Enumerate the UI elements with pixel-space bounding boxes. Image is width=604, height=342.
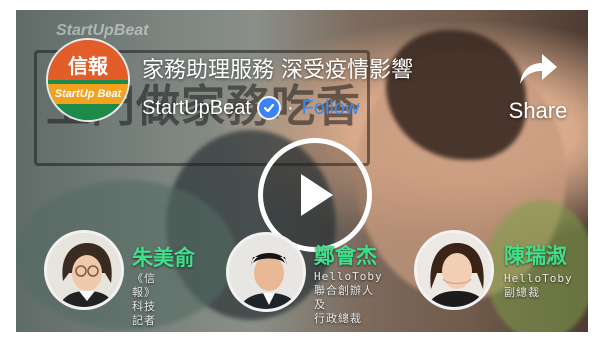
share-arrow-icon [520,54,557,84]
logo-top-text: 信報 [68,54,108,78]
guest-role: HelloToby 聯合創辦人及 行政總裁 [314,270,383,325]
guest-role: HelloToby 副總裁 [504,272,573,299]
avatar [226,232,306,312]
avatar [44,230,124,310]
channel-logo[interactable]: 信報 StartUp Beat [48,40,128,120]
follow-button[interactable]: Follow [302,97,360,120]
video-player[interactable]: StartUpBeat 上門做家務吃香 信報 StartUp Beat 家務助理… [16,10,588,332]
logo-band-text: StartUp Beat [48,84,128,104]
separator-dot: · [286,96,294,119]
avatar [414,230,494,310]
video-embed-frame: StartUpBeat 上門做家務吃香 信報 StartUp Beat 家務助理… [0,0,604,342]
video-title[interactable]: 家務助理服務 深受疫情影響 [142,52,413,84]
video-watermark: StartUpBeat [56,22,149,39]
channel-row: StartUpBeat · Follow [142,94,359,122]
guest-name: 朱美俞 [132,246,195,270]
guest-name: 鄭會杰 [314,244,377,268]
verified-badge-icon [258,98,279,118]
share-button[interactable]: Share [502,48,574,124]
share-label: Share [508,98,568,123]
guest-role: 《信報》 科技記者 [132,272,156,327]
play-icon [301,174,333,216]
guest-name: 陳瑞淑 [504,244,567,268]
channel-name[interactable]: StartUpBeat [142,97,251,120]
